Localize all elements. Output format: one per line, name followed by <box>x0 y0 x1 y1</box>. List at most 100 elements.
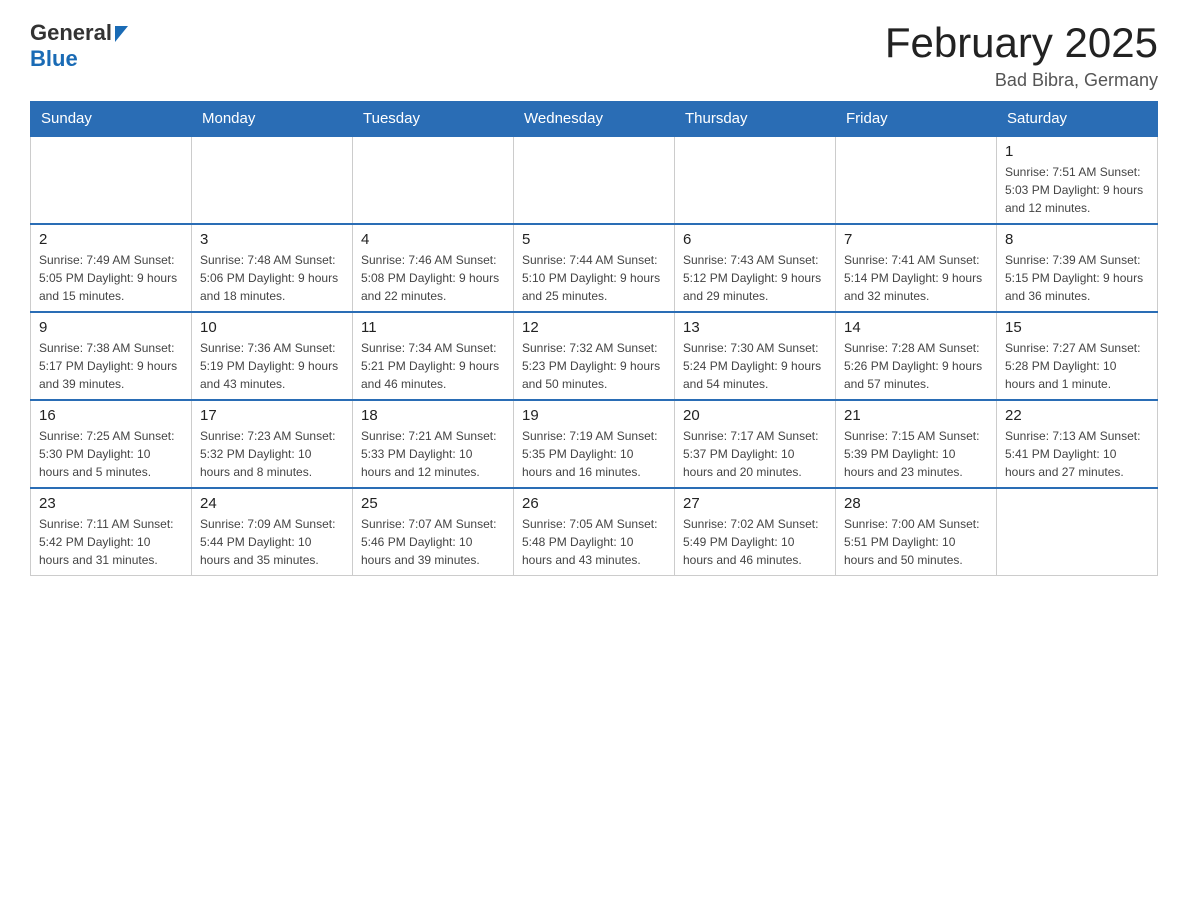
day-number: 27 <box>683 495 827 512</box>
calendar-week-row: 16 Sunrise: 7:25 AM Sunset: 5:30 PM Dayli… <box>31 400 1158 488</box>
day-info: Sunrise: 7:32 AM Sunset: 5:23 PM Dayligh… <box>522 339 666 393</box>
calendar-table: SundayMondayTuesdayWednesdayThursdayFrid… <box>30 101 1158 576</box>
calendar-cell: 10Sunrise: 7:36 AM Sunset: 5:19 PM Dayli… <box>192 312 353 400</box>
day-number: 19 <box>522 407 666 424</box>
logo: General Blue <box>30 20 128 72</box>
calendar-cell: 26 Sunrise: 7:05 AM Sunset: 5:48 PM Dayli… <box>514 488 675 576</box>
day-info: Sunrise: 7:13 AM Sunset: 5:41 PM Dayligh… <box>1005 427 1149 481</box>
day-number: 1 <box>1005 143 1149 160</box>
day-number: 20 <box>683 407 827 424</box>
calendar-week-row: 9 Sunrise: 7:38 AM Sunset: 5:17 PM Daylig… <box>31 312 1158 400</box>
calendar-cell: 18 Sunrise: 7:21 AM Sunset: 5:33 PM Dayli… <box>353 400 514 488</box>
calendar-cell: 24 Sunrise: 7:09 AM Sunset: 5:44 PM Dayli… <box>192 488 353 576</box>
calendar-cell: 22 Sunrise: 7:13 AM Sunset: 5:41 PM Dayli… <box>997 400 1158 488</box>
page-header: General Blue February 2025 Bad Bibra, Ge… <box>30 20 1158 91</box>
calendar-cell: 3Sunrise: 7:48 AM Sunset: 5:06 PM Daylig… <box>192 224 353 312</box>
calendar-cell: 7 Sunrise: 7:41 AM Sunset: 5:14 PM Daylig… <box>836 224 997 312</box>
day-number: 5 <box>522 231 666 248</box>
month-title: February 2025 <box>885 20 1158 66</box>
calendar-cell <box>997 488 1158 576</box>
day-number: 15 <box>1005 319 1149 336</box>
day-info: Sunrise: 7:46 AM Sunset: 5:08 PM Dayligh… <box>361 251 505 305</box>
day-info: Sunrise: 7:17 AM Sunset: 5:37 PM Dayligh… <box>683 427 827 481</box>
day-info: Sunrise: 7:39 AM Sunset: 5:15 PM Dayligh… <box>1005 251 1149 305</box>
day-info: Sunrise: 7:21 AM Sunset: 5:33 PM Dayligh… <box>361 427 505 481</box>
calendar-cell: 11 Sunrise: 7:34 AM Sunset: 5:21 PM Dayli… <box>353 312 514 400</box>
day-number: 11 <box>361 319 505 336</box>
weekday-header-tuesday: Tuesday <box>353 102 514 137</box>
day-number: 7 <box>844 231 988 248</box>
day-number: 17 <box>200 407 344 424</box>
day-info: Sunrise: 7:43 AM Sunset: 5:12 PM Dayligh… <box>683 251 827 305</box>
logo-text-blue: Blue <box>30 46 78 72</box>
weekday-header-row: SundayMondayTuesdayWednesdayThursdayFrid… <box>31 102 1158 137</box>
calendar-week-row: 23 Sunrise: 7:11 AM Sunset: 5:42 PM Dayli… <box>31 488 1158 576</box>
calendar-cell: 25 Sunrise: 7:07 AM Sunset: 5:46 PM Dayli… <box>353 488 514 576</box>
calendar-cell: 21Sunrise: 7:15 AM Sunset: 5:39 PM Dayli… <box>836 400 997 488</box>
day-number: 24 <box>200 495 344 512</box>
calendar-cell: 23 Sunrise: 7:11 AM Sunset: 5:42 PM Dayli… <box>31 488 192 576</box>
day-info: Sunrise: 7:51 AM Sunset: 5:03 PM Dayligh… <box>1005 163 1149 217</box>
calendar-week-row: 2 Sunrise: 7:49 AM Sunset: 5:05 PM Daylig… <box>31 224 1158 312</box>
day-info: Sunrise: 7:41 AM Sunset: 5:14 PM Dayligh… <box>844 251 988 305</box>
day-info: Sunrise: 7:28 AM Sunset: 5:26 PM Dayligh… <box>844 339 988 393</box>
calendar-cell: 27 Sunrise: 7:02 AM Sunset: 5:49 PM Dayli… <box>675 488 836 576</box>
calendar-cell <box>514 136 675 224</box>
day-number: 8 <box>1005 231 1149 248</box>
calendar-cell: 1 Sunrise: 7:51 AM Sunset: 5:03 PM Daylig… <box>997 136 1158 224</box>
weekday-header-sunday: Sunday <box>31 102 192 137</box>
calendar-cell: 5 Sunrise: 7:44 AM Sunset: 5:10 PM Daylig… <box>514 224 675 312</box>
calendar-week-row: 1 Sunrise: 7:51 AM Sunset: 5:03 PM Daylig… <box>31 136 1158 224</box>
day-info: Sunrise: 7:11 AM Sunset: 5:42 PM Dayligh… <box>39 515 183 569</box>
calendar-cell <box>31 136 192 224</box>
day-number: 23 <box>39 495 183 512</box>
day-number: 12 <box>522 319 666 336</box>
day-number: 3 <box>200 231 344 248</box>
calendar-cell: 16 Sunrise: 7:25 AM Sunset: 5:30 PM Dayli… <box>31 400 192 488</box>
calendar-cell: 8 Sunrise: 7:39 AM Sunset: 5:15 PM Daylig… <box>997 224 1158 312</box>
calendar-cell <box>836 136 997 224</box>
day-info: Sunrise: 7:34 AM Sunset: 5:21 PM Dayligh… <box>361 339 505 393</box>
day-number: 26 <box>522 495 666 512</box>
day-number: 18 <box>361 407 505 424</box>
day-info: Sunrise: 7:30 AM Sunset: 5:24 PM Dayligh… <box>683 339 827 393</box>
day-number: 25 <box>361 495 505 512</box>
day-info: Sunrise: 7:00 AM Sunset: 5:51 PM Dayligh… <box>844 515 988 569</box>
day-number: 16 <box>39 407 183 424</box>
day-number: 6 <box>683 231 827 248</box>
weekday-header-saturday: Saturday <box>997 102 1158 137</box>
weekday-header-friday: Friday <box>836 102 997 137</box>
day-number: 9 <box>39 319 183 336</box>
day-number: 10 <box>200 319 344 336</box>
weekday-header-thursday: Thursday <box>675 102 836 137</box>
calendar-cell: 2 Sunrise: 7:49 AM Sunset: 5:05 PM Daylig… <box>31 224 192 312</box>
day-info: Sunrise: 7:44 AM Sunset: 5:10 PM Dayligh… <box>522 251 666 305</box>
day-number: 13 <box>683 319 827 336</box>
day-info: Sunrise: 7:38 AM Sunset: 5:17 PM Dayligh… <box>39 339 183 393</box>
calendar-cell: 15Sunrise: 7:27 AM Sunset: 5:28 PM Dayli… <box>997 312 1158 400</box>
day-number: 2 <box>39 231 183 248</box>
calendar-cell: 17Sunrise: 7:23 AM Sunset: 5:32 PM Dayli… <box>192 400 353 488</box>
day-info: Sunrise: 7:05 AM Sunset: 5:48 PM Dayligh… <box>522 515 666 569</box>
calendar-cell: 14 Sunrise: 7:28 AM Sunset: 5:26 PM Dayli… <box>836 312 997 400</box>
day-info: Sunrise: 7:15 AM Sunset: 5:39 PM Dayligh… <box>844 427 988 481</box>
calendar-cell <box>353 136 514 224</box>
day-info: Sunrise: 7:09 AM Sunset: 5:44 PM Dayligh… <box>200 515 344 569</box>
day-info: Sunrise: 7:49 AM Sunset: 5:05 PM Dayligh… <box>39 251 183 305</box>
weekday-header-monday: Monday <box>192 102 353 137</box>
calendar-cell: 4 Sunrise: 7:46 AM Sunset: 5:08 PM Daylig… <box>353 224 514 312</box>
day-number: 22 <box>1005 407 1149 424</box>
calendar-cell: 12 Sunrise: 7:32 AM Sunset: 5:23 PM Dayli… <box>514 312 675 400</box>
calendar-cell: 13 Sunrise: 7:30 AM Sunset: 5:24 PM Dayli… <box>675 312 836 400</box>
day-info: Sunrise: 7:19 AM Sunset: 5:35 PM Dayligh… <box>522 427 666 481</box>
day-info: Sunrise: 7:02 AM Sunset: 5:49 PM Dayligh… <box>683 515 827 569</box>
location-subtitle: Bad Bibra, Germany <box>885 70 1158 91</box>
calendar-cell: 20 Sunrise: 7:17 AM Sunset: 5:37 PM Dayli… <box>675 400 836 488</box>
day-number: 14 <box>844 319 988 336</box>
logo-triangle-icon <box>115 26 128 42</box>
weekday-header-wednesday: Wednesday <box>514 102 675 137</box>
day-info: Sunrise: 7:07 AM Sunset: 5:46 PM Dayligh… <box>361 515 505 569</box>
day-info: Sunrise: 7:25 AM Sunset: 5:30 PM Dayligh… <box>39 427 183 481</box>
calendar-cell: 28Sunrise: 7:00 AM Sunset: 5:51 PM Dayli… <box>836 488 997 576</box>
day-number: 4 <box>361 231 505 248</box>
